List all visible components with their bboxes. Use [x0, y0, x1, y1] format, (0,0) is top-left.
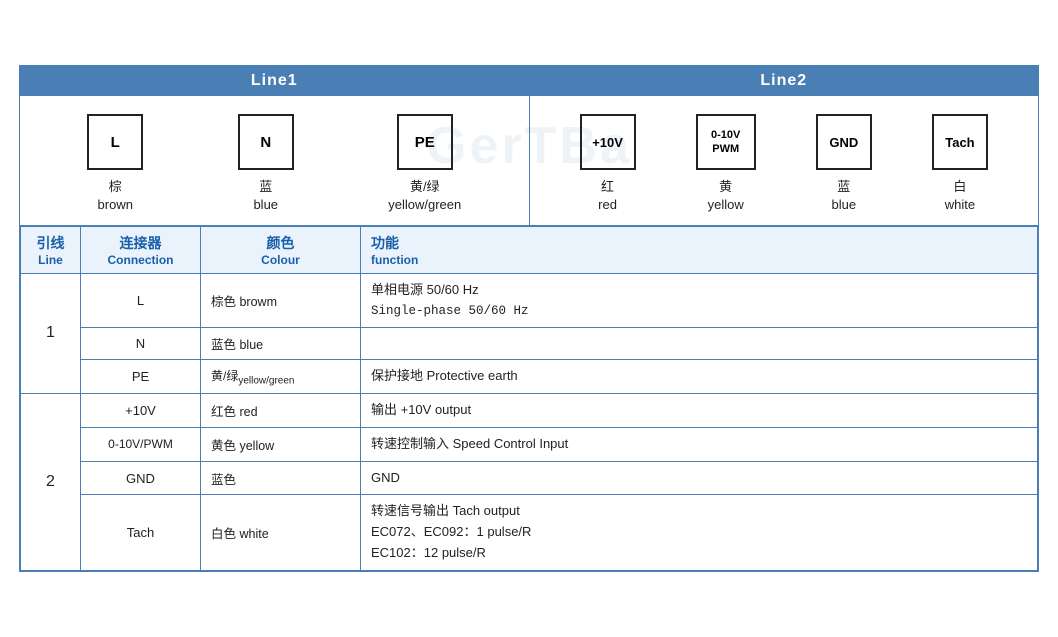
- table-row: 2 +10V 红色 red 输出 +10V output: [21, 394, 1038, 428]
- connector-label-L: 棕brown: [98, 178, 133, 214]
- color-pwm: 黄色 yellow: [201, 427, 361, 461]
- th-color-en: Colour: [211, 253, 350, 267]
- line2-header: Line2: [530, 66, 1039, 96]
- conn-pwm: 0-10V/PWM: [81, 427, 201, 461]
- th-function: 功能 function: [361, 226, 1038, 273]
- connector-label-PE: 黄/绿yellow/green: [388, 178, 461, 214]
- connector-box-gnd: GND: [816, 114, 872, 170]
- conn-PE: PE: [81, 360, 201, 394]
- connector-PE: PE 黄/绿yellow/green: [388, 114, 461, 214]
- func-L: 单相电源 50/60 HzSingle-phase 50/60 Hz: [361, 273, 1038, 328]
- connector-gnd: GND 蓝blue: [816, 114, 872, 214]
- connector-box-PE: PE: [397, 114, 453, 170]
- table-row: Tach 白色 white 转速信号输出 Tach output EC072、E…: [21, 495, 1038, 570]
- func-tach: 转速信号输出 Tach output EC072、EC092：1 pulse/R…: [361, 495, 1038, 570]
- main-container: Line1 L 棕brown N 蓝blue PE 黄/绿yellow/gree…: [19, 65, 1039, 572]
- connector-L: L 棕brown: [87, 114, 143, 214]
- color-10v: 红色 red: [201, 394, 361, 428]
- color-L: 棕色 browm: [201, 273, 361, 328]
- color-tach: 白色 white: [201, 495, 361, 570]
- line1-header: Line1: [20, 66, 529, 96]
- th-func-zh: 功能: [371, 233, 1027, 253]
- table-row: N 蓝色 blue: [21, 328, 1038, 360]
- table-row: 0-10V/PWM 黄色 yellow 转速控制输入 Speed Control…: [21, 427, 1038, 461]
- color-gnd: 蓝色: [201, 461, 361, 495]
- func-N: [361, 328, 1038, 360]
- connector-box-pwm: 0-10VPWM: [696, 114, 756, 170]
- connector-10v: +10V 红red: [580, 114, 636, 214]
- th-line-zh: 引线: [31, 233, 70, 253]
- diagram-area: Line1 L 棕brown N 蓝blue PE 黄/绿yellow/gree…: [20, 66, 1038, 225]
- func-PE: 保护接地 Protective earth: [361, 360, 1038, 394]
- th-connection: 连接器 Connection: [81, 226, 201, 273]
- table-section: 引线 Line 连接器 Connection 颜色 Colour 功能 func…: [20, 226, 1038, 571]
- connector-pwm: 0-10VPWM 黄yellow: [696, 114, 756, 214]
- line2-body: +10V 红red 0-10VPWM 黄yellow GND 蓝blue Tac…: [530, 96, 1039, 224]
- line-number-1: 1: [21, 273, 81, 394]
- connector-N: N 蓝blue: [238, 114, 294, 214]
- connector-box-N: N: [238, 114, 294, 170]
- th-color-zh: 颜色: [211, 233, 350, 253]
- table-header-row: 引线 Line 连接器 Connection 颜色 Colour 功能 func…: [21, 226, 1038, 273]
- table-body: 1 L 棕色 browm 单相电源 50/60 HzSingle-phase 5…: [21, 273, 1038, 570]
- th-line: 引线 Line: [21, 226, 81, 273]
- conn-L: L: [81, 273, 201, 328]
- th-conn-en: Connection: [91, 253, 190, 267]
- conn-gnd: GND: [81, 461, 201, 495]
- th-conn-zh: 连接器: [91, 233, 190, 253]
- func-pwm: 转速控制输入 Speed Control Input: [361, 427, 1038, 461]
- conn-N: N: [81, 328, 201, 360]
- diagram-section: Line1 L 棕brown N 蓝blue PE 黄/绿yellow/gree…: [20, 66, 1038, 225]
- color-N: 蓝色 blue: [201, 328, 361, 360]
- connector-label-pwm: 黄yellow: [708, 178, 744, 214]
- connector-box-L: L: [87, 114, 143, 170]
- table-row: 1 L 棕色 browm 单相电源 50/60 HzSingle-phase 5…: [21, 273, 1038, 328]
- table-row: PE 黄/绿yellow/green 保护接地 Protective earth: [21, 360, 1038, 394]
- line1-diagram: Line1 L 棕brown N 蓝blue PE 黄/绿yellow/gree…: [20, 66, 530, 224]
- conn-10v: +10V: [81, 394, 201, 428]
- line-number-2: 2: [21, 394, 81, 571]
- line2-diagram: Line2 +10V 红red 0-10VPWM 黄yellow GND 蓝bl…: [530, 66, 1039, 224]
- line1-body: L 棕brown N 蓝blue PE 黄/绿yellow/green: [20, 96, 529, 224]
- th-color: 颜色 Colour: [201, 226, 361, 273]
- wiring-table: 引线 Line 连接器 Connection 颜色 Colour 功能 func…: [20, 226, 1038, 571]
- connector-label-tach: 白white: [945, 178, 975, 214]
- table-row: GND 蓝色 GND: [21, 461, 1038, 495]
- conn-tach: Tach: [81, 495, 201, 570]
- connector-tach: Tach 白white: [932, 114, 988, 214]
- th-func-en: function: [371, 253, 1027, 267]
- connector-box-tach: Tach: [932, 114, 988, 170]
- connector-label-10v: 红red: [598, 178, 617, 214]
- color-PE: 黄/绿yellow/green: [201, 360, 361, 394]
- th-line-en: Line: [31, 253, 70, 267]
- connector-label-N: 蓝blue: [253, 178, 278, 214]
- func-gnd: GND: [361, 461, 1038, 495]
- connector-box-10v: +10V: [580, 114, 636, 170]
- connector-label-gnd: 蓝blue: [832, 178, 857, 214]
- func-10v: 输出 +10V output: [361, 394, 1038, 428]
